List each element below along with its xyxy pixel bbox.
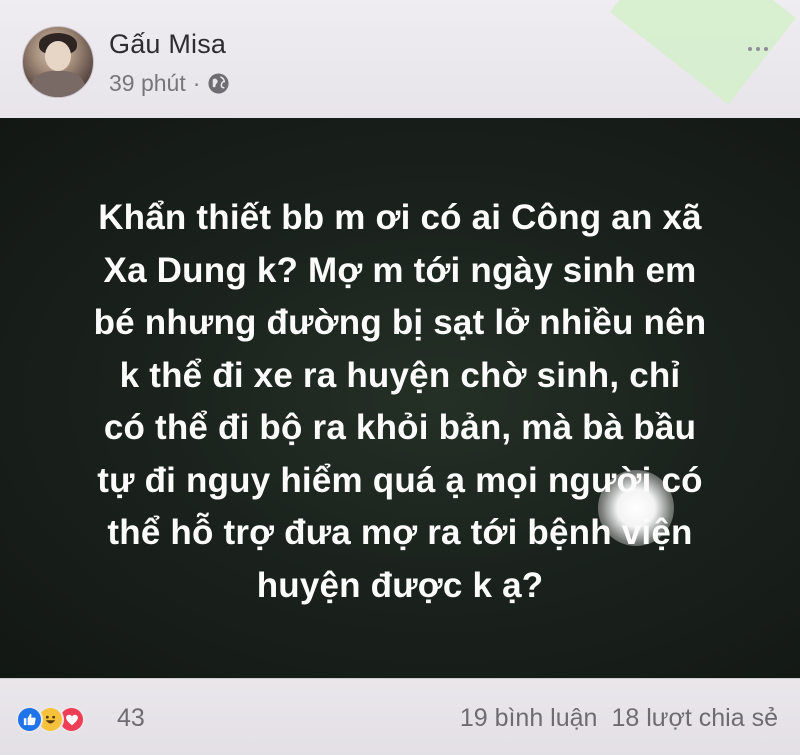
- reaction-icons[interactable]: [16, 706, 85, 733]
- post-text: Khẩn thiết bb m ơi có ai Công an xã Xa D…: [93, 198, 707, 605]
- more-options-icon[interactable]: [748, 44, 778, 54]
- author-name[interactable]: Gấu Misa: [109, 29, 226, 60]
- comments-count[interactable]: 19 bình luận: [460, 704, 598, 733]
- reaction-count[interactable]: 43: [117, 704, 145, 733]
- avatar[interactable]: [22, 26, 94, 98]
- post-header: Gấu Misa 39 phút ·: [0, 0, 800, 118]
- shares-count[interactable]: 18 lượt chia sẻ: [611, 704, 778, 733]
- globe-icon[interactable]: [207, 72, 230, 95]
- post-time[interactable]: 39 phút: [109, 70, 186, 97]
- meta-separator: ·: [192, 70, 201, 96]
- engagement-counts: 19 bình luận 18 lượt chia sẻ: [460, 704, 778, 733]
- post-meta: 39 phút ·: [109, 70, 230, 97]
- like-icon: [16, 706, 43, 733]
